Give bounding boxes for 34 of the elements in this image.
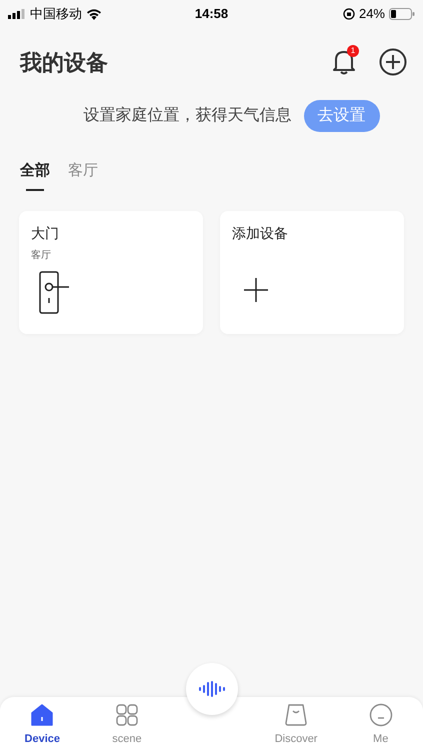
signal-icon: [8, 9, 26, 19]
bag-icon: [284, 702, 308, 726]
add-device-card[interactable]: 添加设备: [220, 210, 404, 334]
device-name: 大门: [31, 224, 60, 242]
device-room: 客厅: [31, 248, 52, 262]
voice-button[interactable]: [186, 663, 238, 715]
clock-time: 14:58: [194, 5, 228, 24]
home-icon: [30, 702, 54, 726]
plus-icon: [244, 278, 268, 302]
set-location-button[interactable]: 去设置: [304, 100, 380, 132]
room-tab[interactable]: 全部: [20, 160, 50, 190]
location-prompt: 设置家庭位置，获得天气信息: [84, 106, 292, 126]
nav-tab[interactable]: scene: [84, 702, 170, 747]
face-icon: [368, 702, 393, 726]
plus-circle-icon: [379, 48, 407, 76]
room-tab[interactable]: 客厅: [68, 160, 98, 190]
battery-percent: 24%: [358, 5, 385, 24]
carrier-name: 中国移动: [30, 5, 82, 24]
sound-wave-icon: [198, 681, 226, 697]
battery-icon: [389, 8, 415, 20]
nav-tab[interactable]: Me: [338, 702, 423, 747]
add-device-label: 添加设备: [232, 224, 289, 242]
nav-tab[interactable]: Discover: [254, 702, 338, 747]
rotation-lock-icon: [342, 8, 355, 20]
notification-badge: 1: [347, 45, 359, 57]
notification-button[interactable]: 1: [329, 47, 359, 77]
page-title: 我的设备: [20, 48, 108, 76]
nav-tab[interactable]: Device: [0, 702, 85, 747]
bell-icon: [332, 49, 356, 75]
wifi-icon: [86, 8, 102, 20]
add-button[interactable]: [379, 48, 407, 76]
device-card[interactable]: 大门 客厅: [19, 210, 203, 334]
door-lock-icon: [39, 270, 71, 314]
grid-icon: [114, 702, 139, 726]
